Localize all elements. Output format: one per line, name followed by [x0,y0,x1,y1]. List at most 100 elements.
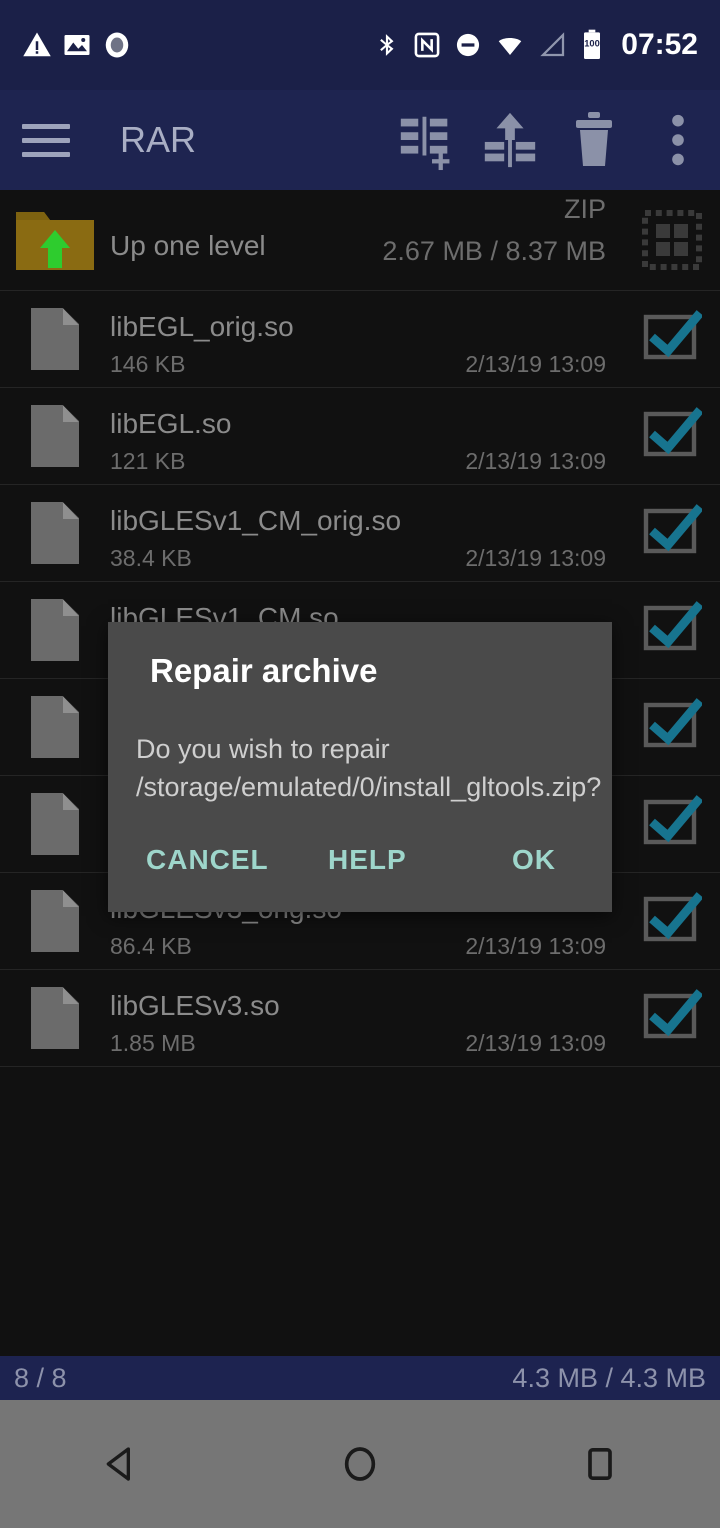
cell-signal-icon [540,32,565,57]
extract-button[interactable] [468,90,552,190]
hamburger-menu-icon[interactable] [22,123,94,157]
hamburger-line [22,151,70,157]
dialog-message: Do you wish to repair /storage/emulated/… [136,734,602,802]
selected-size-label: 4.3 MB / 4.3 MB [512,1362,706,1393]
status-right-icons: 100 07:52 [374,28,698,62]
table-row[interactable]: libEGL.so 121 KB 2/13/19 13:09 [0,388,720,485]
file-document-icon [31,308,79,370]
table-row[interactable]: libEGL_orig.so 146 KB 2/13/19 13:09 [0,291,720,388]
file-size: 121 KB [110,447,186,474]
selected-count-label: 8 / 8 [14,1362,67,1393]
archive-type-label: ZIP [563,193,606,224]
file-date: 2/13/19 13:09 [465,1029,606,1056]
up-row-text: Up one level ZIP 2.67 MB / 8.37 MB [110,192,624,289]
hamburger-line [22,123,70,129]
checkbox-checked-icon [643,989,702,1039]
file-date: 2/13/19 13:09 [465,932,606,959]
up-one-level-label: Up one level [110,229,266,261]
file-icon-cell [0,599,110,661]
wifi-icon [499,37,522,55]
file-checkbox[interactable] [624,406,720,466]
add-to-archive-icon [400,116,450,171]
file-date: 2/13/19 13:09 [465,447,606,474]
checkbox-checked-icon [643,698,702,748]
home-button[interactable] [290,1400,430,1528]
help-button[interactable]: HELP [328,844,407,876]
select-all-cell[interactable] [624,210,720,270]
app-bar: RAR [0,90,720,190]
dialog-title: Repair archive [150,652,378,689]
file-icon-cell [0,502,110,564]
recents-square-icon [588,1448,612,1480]
delete-button[interactable] [552,90,636,190]
file-row-text: libEGL_orig.so 146 KB 2/13/19 13:09 [110,291,624,388]
file-icon-cell [0,696,110,758]
checkbox-checked-icon [643,407,702,457]
nfc-icon [414,32,440,58]
file-checkbox[interactable] [624,891,720,951]
back-button[interactable] [50,1400,190,1528]
file-document-icon [31,793,79,855]
home-circle-icon [344,1447,376,1481]
checkbox-checked-icon [643,601,702,651]
select-all-icon [642,210,702,270]
app-title: RAR [120,119,197,160]
file-size: 146 KB [110,350,186,377]
file-row-text: libGLESv1_CM_orig.so 38.4 KB 2/13/19 13:… [110,485,624,582]
file-document-icon [31,987,79,1049]
file-icon-cell [0,890,110,952]
file-checkbox[interactable] [624,600,720,660]
system-status-bar: 100 07:52 [0,0,720,90]
file-icon-cell [0,793,110,855]
up-folder-icon [16,212,94,270]
add-to-archive-button[interactable] [384,90,468,190]
table-row[interactable]: libGLESv3.so 1.85 MB 2/13/19 13:09 [0,970,720,1067]
status-left-icons [22,30,132,60]
bluetooth-icon [380,34,394,56]
do-not-disturb-icon [457,33,480,57]
file-name: libEGL_orig.so [110,310,294,342]
file-checkbox[interactable] [624,988,720,1048]
file-icon-cell [0,308,110,370]
checkbox-checked-icon [643,892,702,942]
file-checkbox[interactable] [624,309,720,369]
battery-icon: 100 [584,29,601,59]
file-name: libGLESv1_CM_orig.so [110,504,402,536]
file-size: 38.4 KB [110,544,192,571]
warning-triangle-icon [23,32,51,57]
cancel-button[interactable]: CANCEL [146,844,269,876]
archive-size-label: 2.67 MB / 8.37 MB [382,235,606,266]
phone-screen: 100 07:52 RAR Up one level ZIP 2.67 MB /… [0,0,720,1528]
file-row-text: libGLESv3.so 1.85 MB 2/13/19 13:09 [110,970,624,1067]
file-date: 2/13/19 13:09 [465,544,606,571]
file-icon-cell [0,987,110,1049]
checkbox-checked-icon [643,795,702,845]
file-date: 2/13/19 13:09 [465,350,606,377]
file-document-icon [31,890,79,952]
file-document-icon [31,696,79,758]
selection-status-bar: 8 / 8 4.3 MB / 4.3 MB [0,1356,720,1400]
file-name: libGLESv3.so [110,989,280,1021]
overflow-menu-icon [672,114,684,166]
extract-icon [484,112,536,168]
table-row[interactable]: libGLESv1_CM_orig.so 38.4 KB 2/13/19 13:… [0,485,720,582]
checkbox-checked-icon [643,504,702,554]
back-triangle-icon [106,1447,130,1481]
android-navigation-bar [0,1400,720,1528]
recents-button[interactable] [530,1400,670,1528]
status-bar-clock: 07:52 [621,28,698,61]
ok-button[interactable]: OK [512,844,556,876]
file-checkbox[interactable] [624,503,720,563]
file-name: libEGL.so [110,407,232,439]
file-document-icon [31,405,79,467]
image-icon [64,35,90,55]
up-one-level-row[interactable]: Up one level ZIP 2.67 MB / 8.37 MB [0,190,720,291]
repair-archive-dialog: Repair archive Do you wish to repair /st… [108,622,612,912]
hamburger-line [22,137,70,143]
up-folder-icon-cell [0,206,110,274]
file-document-icon [31,502,79,564]
file-checkbox[interactable] [624,794,720,854]
file-checkbox[interactable] [624,697,720,757]
overflow-menu-button[interactable] [636,90,720,190]
file-row-text: libEGL.so 121 KB 2/13/19 13:09 [110,388,624,485]
